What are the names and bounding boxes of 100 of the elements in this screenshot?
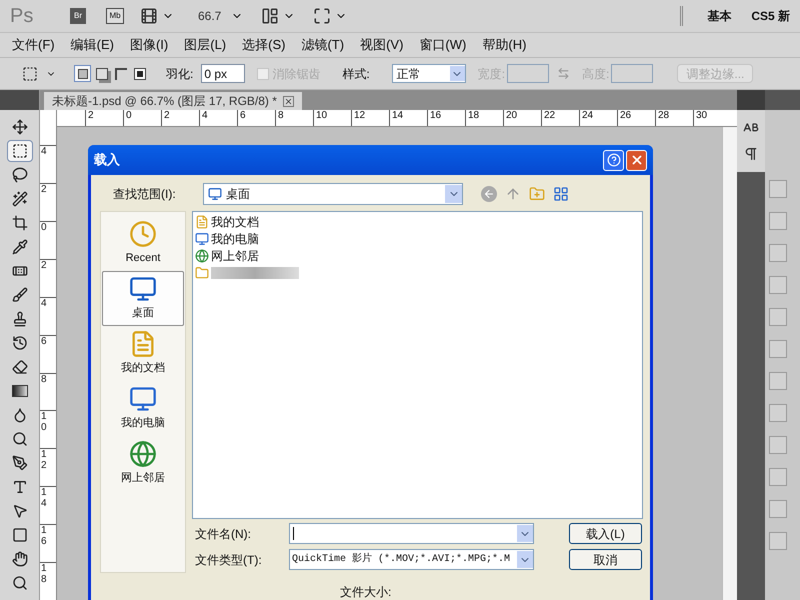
close-icon[interactable]: [282, 96, 294, 106]
documents-icon: [195, 214, 209, 228]
menu-item[interactable]: 图层(L): [176, 35, 234, 55]
feather-field[interactable]: 0 px: [201, 64, 246, 83]
document-title: 未标题-1.psd @ 66.7% (图层 17, RGB/8) *: [52, 93, 277, 110]
swatch-box[interactable]: [769, 404, 787, 422]
dialog-title: 载入: [94, 151, 120, 170]
look-in-label: 查找范围(I):: [113, 186, 177, 203]
menu-item[interactable]: 滤镜(T): [293, 35, 352, 55]
network-icon: [195, 248, 209, 262]
tool-button[interactable]: [6, 140, 32, 162]
menu-item[interactable]: 图像(I): [122, 35, 176, 55]
rectangle-tool-icon: [12, 527, 28, 543]
network-icon: [129, 440, 157, 468]
swatch-box[interactable]: [769, 308, 787, 326]
swatch-box[interactable]: [769, 276, 787, 294]
ruler-number: 2: [88, 110, 94, 121]
file-item[interactable]: 我的文档: [195, 213, 261, 230]
place-item[interactable]: 网上邻居: [102, 436, 184, 491]
desktop-icon: [208, 187, 222, 201]
ruler-number: 6: [41, 336, 47, 347]
lasso-tool-icon: [12, 167, 28, 183]
place-item[interactable]: 桌面: [102, 271, 184, 326]
menu-item[interactable]: 文件(F): [4, 35, 63, 55]
ruler-number: 0: [41, 222, 47, 233]
view-menu-icon[interactable]: [553, 186, 569, 202]
style-dropdown[interactable]: 正常: [392, 64, 466, 83]
computer-icon: [195, 232, 209, 246]
selection-mode-button[interactable]: [93, 65, 110, 82]
menu-item[interactable]: 编辑(E): [62, 35, 122, 55]
menu-item[interactable]: 视图(V): [352, 35, 412, 55]
cancel-button[interactable]: 取消: [569, 549, 642, 570]
ruler-number: 4: [41, 146, 47, 157]
paragraph-panel-icon[interactable]: [743, 146, 759, 162]
menu-item[interactable]: 选择(S): [234, 35, 294, 55]
screen-mode-icon[interactable]: [313, 7, 332, 25]
swatch-box[interactable]: [769, 340, 787, 358]
swatch-box[interactable]: [769, 180, 787, 198]
crop-tool-icon: [12, 215, 28, 231]
workspace-button[interactable]: CS5 新: [741, 7, 800, 25]
menu-item[interactable]: 窗口(W): [411, 35, 474, 55]
ruler-number: 12: [354, 110, 366, 121]
height-field[interactable]: [611, 64, 654, 83]
recent-icon: [129, 220, 157, 248]
brush-tool-icon: [12, 287, 28, 303]
zoom-tool-icon: [12, 575, 28, 591]
move-tool-icon: [12, 119, 28, 135]
selection-mode-button[interactable]: [74, 65, 91, 82]
ruler-number: 2: [41, 184, 47, 195]
bridge-button[interactable]: Br: [70, 8, 86, 24]
hand-tool-icon: [12, 551, 28, 567]
look-in-dropdown[interactable]: 桌面: [203, 183, 463, 205]
file-name-field[interactable]: [289, 523, 534, 544]
swatch-box[interactable]: [769, 436, 787, 454]
selection-mode-button[interactable]: [112, 65, 129, 82]
help-button[interactable]: [603, 150, 624, 170]
eyedropper-tool-icon: [12, 239, 28, 255]
subtract-selection-icon: [114, 68, 126, 80]
workspace-button[interactable]: 基本: [697, 7, 742, 25]
swatch-box[interactable]: [769, 468, 787, 486]
selection-mode-button[interactable]: [131, 65, 148, 82]
place-item[interactable]: 我的文档: [102, 326, 184, 381]
load-button[interactable]: 载入(L): [569, 523, 642, 544]
stamp-tool-icon: [12, 311, 28, 327]
marquee-tool-icon[interactable]: [22, 66, 38, 82]
zoom-level[interactable]: 66.7: [198, 7, 222, 25]
swatch-box[interactable]: [769, 372, 787, 390]
ruler-number: 16: [430, 110, 442, 121]
history-brush-tool-icon: [12, 335, 28, 351]
close-button[interactable]: [626, 150, 647, 170]
file-type-dropdown[interactable]: QuickTime 影片 (*.MOV;*.AVI;*.MPG;*.M: [289, 549, 534, 570]
eraser-tool-icon: [12, 359, 28, 375]
view-extras-icon[interactable]: [140, 7, 158, 25]
marquee-tool-icon: [12, 143, 28, 159]
feather-label: 羽化:: [166, 66, 194, 82]
gradient-tool-icon: [12, 385, 28, 397]
wand-tool-icon: [12, 191, 28, 207]
file-item[interactable]: 网上邻居: [195, 247, 261, 264]
ruler-number: 12: [41, 449, 47, 472]
ruler-number: 6: [240, 110, 246, 121]
file-size-label: 文件大小:: [340, 584, 392, 600]
document-tab[interactable]: 未标题-1.psd @ 66.7% (图层 17, RGB/8) *: [44, 92, 302, 110]
swatch-box[interactable]: [769, 500, 787, 518]
ruler-number: 10: [316, 110, 328, 121]
ruler-number: 2: [164, 110, 170, 121]
mini-bridge-button[interactable]: Mb: [106, 8, 124, 24]
new-selection-icon: [78, 68, 88, 78]
width-field[interactable]: [507, 64, 550, 83]
vertical-scrollbar[interactable]: [722, 127, 737, 600]
ruler-number: 8: [41, 374, 47, 384]
help-icon: [606, 153, 620, 167]
file-item[interactable]: 我的电脑: [195, 230, 261, 247]
swatch-box[interactable]: [769, 532, 787, 550]
arrange-documents-icon[interactable]: [261, 7, 280, 25]
swatch-box[interactable]: [769, 244, 787, 262]
place-item[interactable]: 我的电脑: [102, 381, 184, 436]
place-item[interactable]: Recent: [102, 216, 184, 271]
ruler-number: 10: [41, 411, 47, 434]
swatch-box[interactable]: [769, 212, 787, 230]
menu-item[interactable]: 帮助(H): [474, 35, 534, 55]
